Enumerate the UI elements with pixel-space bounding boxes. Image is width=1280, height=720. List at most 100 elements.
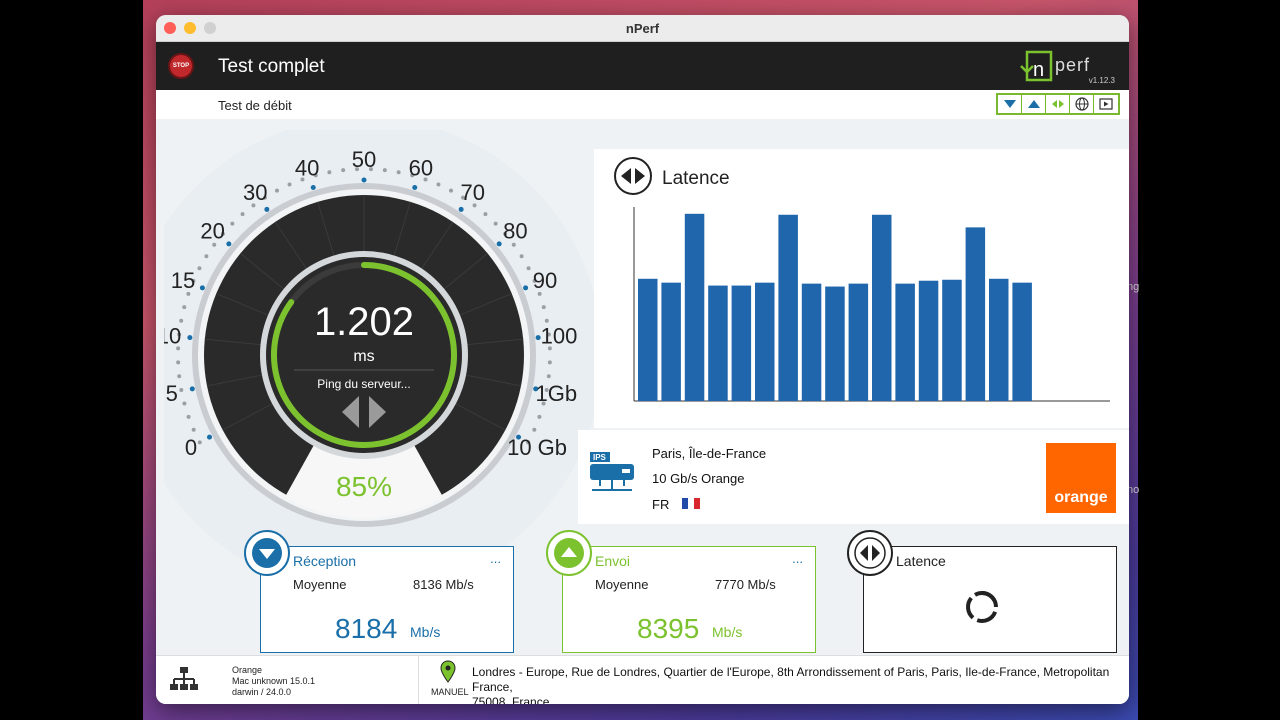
gauge-dot [537, 414, 542, 419]
sub-header: Test de débit [156, 90, 1129, 119]
svg-text:perf: perf [1055, 55, 1090, 75]
gauge-dot [526, 266, 531, 271]
gauge-status: Ping du serveur... [317, 377, 410, 391]
latency-card[interactable]: Latence [847, 530, 1117, 653]
gauge-dot [191, 427, 196, 432]
gauge-dot [546, 374, 551, 379]
upload-card[interactable]: Envoi ... Moyenne 7770 Mb/s 8395 Mb/s [546, 530, 816, 653]
page-title: Test complet [218, 56, 325, 77]
globe-icon[interactable] [1070, 95, 1094, 113]
gauge-dot [197, 266, 202, 271]
test-type-label: Test de débit [218, 98, 292, 113]
latency-bar [942, 279, 962, 401]
app-version: v1.12.3 [1088, 76, 1115, 85]
gauge-dot [197, 440, 202, 445]
upload-view-icon[interactable] [1022, 95, 1046, 113]
gauge-scale-label: 70 [461, 180, 485, 205]
gauge-dot [177, 374, 182, 379]
download-icon [244, 530, 290, 576]
latency-bar-chart [633, 207, 1110, 402]
latency-bar [661, 282, 681, 401]
gauge-dot [179, 318, 184, 323]
gauge-value: 1.202 [314, 300, 414, 344]
gauge-dot [449, 188, 454, 193]
average-label: Moyenne [595, 577, 649, 592]
reception-card[interactable]: Réception ... Moyenne 8136 Mb/s 8184 Mb/… [244, 530, 514, 653]
latency-bar [638, 278, 658, 401]
card-title: Latence [896, 553, 946, 569]
window-title: nPerf [625, 21, 660, 36]
gauge-scale-label: 100 [541, 323, 578, 348]
gauge-dot [186, 414, 191, 419]
upload-speed: 8395 [637, 613, 700, 644]
gauge-scale-label: 0 [185, 435, 197, 460]
gauge-dot [547, 360, 552, 365]
latency-bar [708, 285, 728, 401]
gauge-dot [274, 188, 279, 193]
gauge-scale-label: 60 [409, 155, 433, 180]
latency-view-icon[interactable] [1046, 95, 1070, 113]
isp-name: Orange [232, 665, 263, 675]
latency-bar [801, 283, 822, 401]
reception-speed: 8184 [335, 613, 398, 644]
gauge-scale-label: 10 Gb [507, 435, 567, 460]
latency-chart-panel: Latence [594, 149, 1129, 428]
gauge-dot [240, 212, 245, 217]
latency-bar [825, 286, 845, 401]
gauge-unit: ms [353, 348, 374, 365]
address-line-2: 75008, France [472, 695, 550, 704]
speed-gauge: 05101520304050607080901001Gb10 Gb 1.202 … [164, 130, 602, 560]
gauge-dot [382, 168, 387, 173]
gauge-scale-label: 40 [295, 155, 319, 180]
os-info: darwin / 24.0.0 [232, 687, 292, 697]
more-options-button[interactable]: ... [490, 551, 501, 566]
server-location: Paris, Île-de-France [652, 446, 767, 461]
gauge-scale-label: 10 [164, 323, 181, 348]
isp-logo: orange [1046, 443, 1116, 513]
gauge-tick-marker [226, 241, 232, 247]
stop-test-button[interactable]: STOP [168, 53, 194, 79]
svg-text:n: n [1033, 59, 1044, 81]
latency-arrows-icon [614, 157, 652, 195]
latency-bar [778, 214, 798, 401]
latency-bar [989, 278, 1009, 401]
latency-bar [848, 283, 869, 401]
video-icon[interactable] [1094, 95, 1118, 113]
latency-bar [731, 285, 752, 401]
nperf-logo: n perf v1.12.3 [1017, 46, 1117, 88]
gauge-dot [541, 305, 546, 310]
latency-bar [1012, 282, 1032, 401]
card-title: Réception [293, 553, 357, 569]
gauge-dot [396, 170, 401, 175]
location-panel[interactable]: MANUEL Londres - Europe, Rue de Londres,… [418, 656, 1129, 704]
gauge-tick-marker [523, 285, 529, 291]
loading-spinner-icon [964, 589, 1000, 630]
gauge-tick-marker [264, 206, 270, 212]
gauge-dot [544, 318, 549, 323]
latency-bar [918, 280, 939, 401]
server-icon: IPS [588, 450, 638, 503]
device-info: Mac unknown 15.0.1 [232, 676, 316, 686]
gauge-tick-marker [187, 335, 193, 341]
gauge-scale-label: 90 [533, 268, 557, 293]
card-title: Envoi [595, 553, 631, 569]
gauge-dot [493, 221, 498, 226]
gauge-dot [204, 254, 209, 259]
latency-bar [895, 283, 915, 401]
gauge-tick-marker [361, 177, 367, 183]
latency-arrows-icon [847, 530, 893, 576]
server-info-panel: IPS Paris, Île-de-France 10 Gb/s Orange … [578, 430, 1129, 524]
server-provider: 10 Gb/s Orange [652, 471, 745, 486]
gauge-dot [179, 387, 184, 392]
more-options-button[interactable]: ... [792, 551, 803, 566]
gauge-scale-label: 20 [200, 219, 224, 244]
gauge-dot [230, 221, 235, 226]
gauge-tick-marker [496, 241, 502, 247]
average-label: Moyenne [293, 577, 347, 592]
gauge-scale-label: 15 [171, 268, 195, 293]
download-view-icon[interactable] [998, 95, 1022, 113]
gauge-dot [436, 182, 441, 187]
status-bar: Orange Mac unknown 15.0.1 darwin / 24.0.… [156, 655, 1129, 704]
gauge-tick-marker [310, 185, 316, 191]
location-mode: MANUEL [431, 687, 469, 697]
